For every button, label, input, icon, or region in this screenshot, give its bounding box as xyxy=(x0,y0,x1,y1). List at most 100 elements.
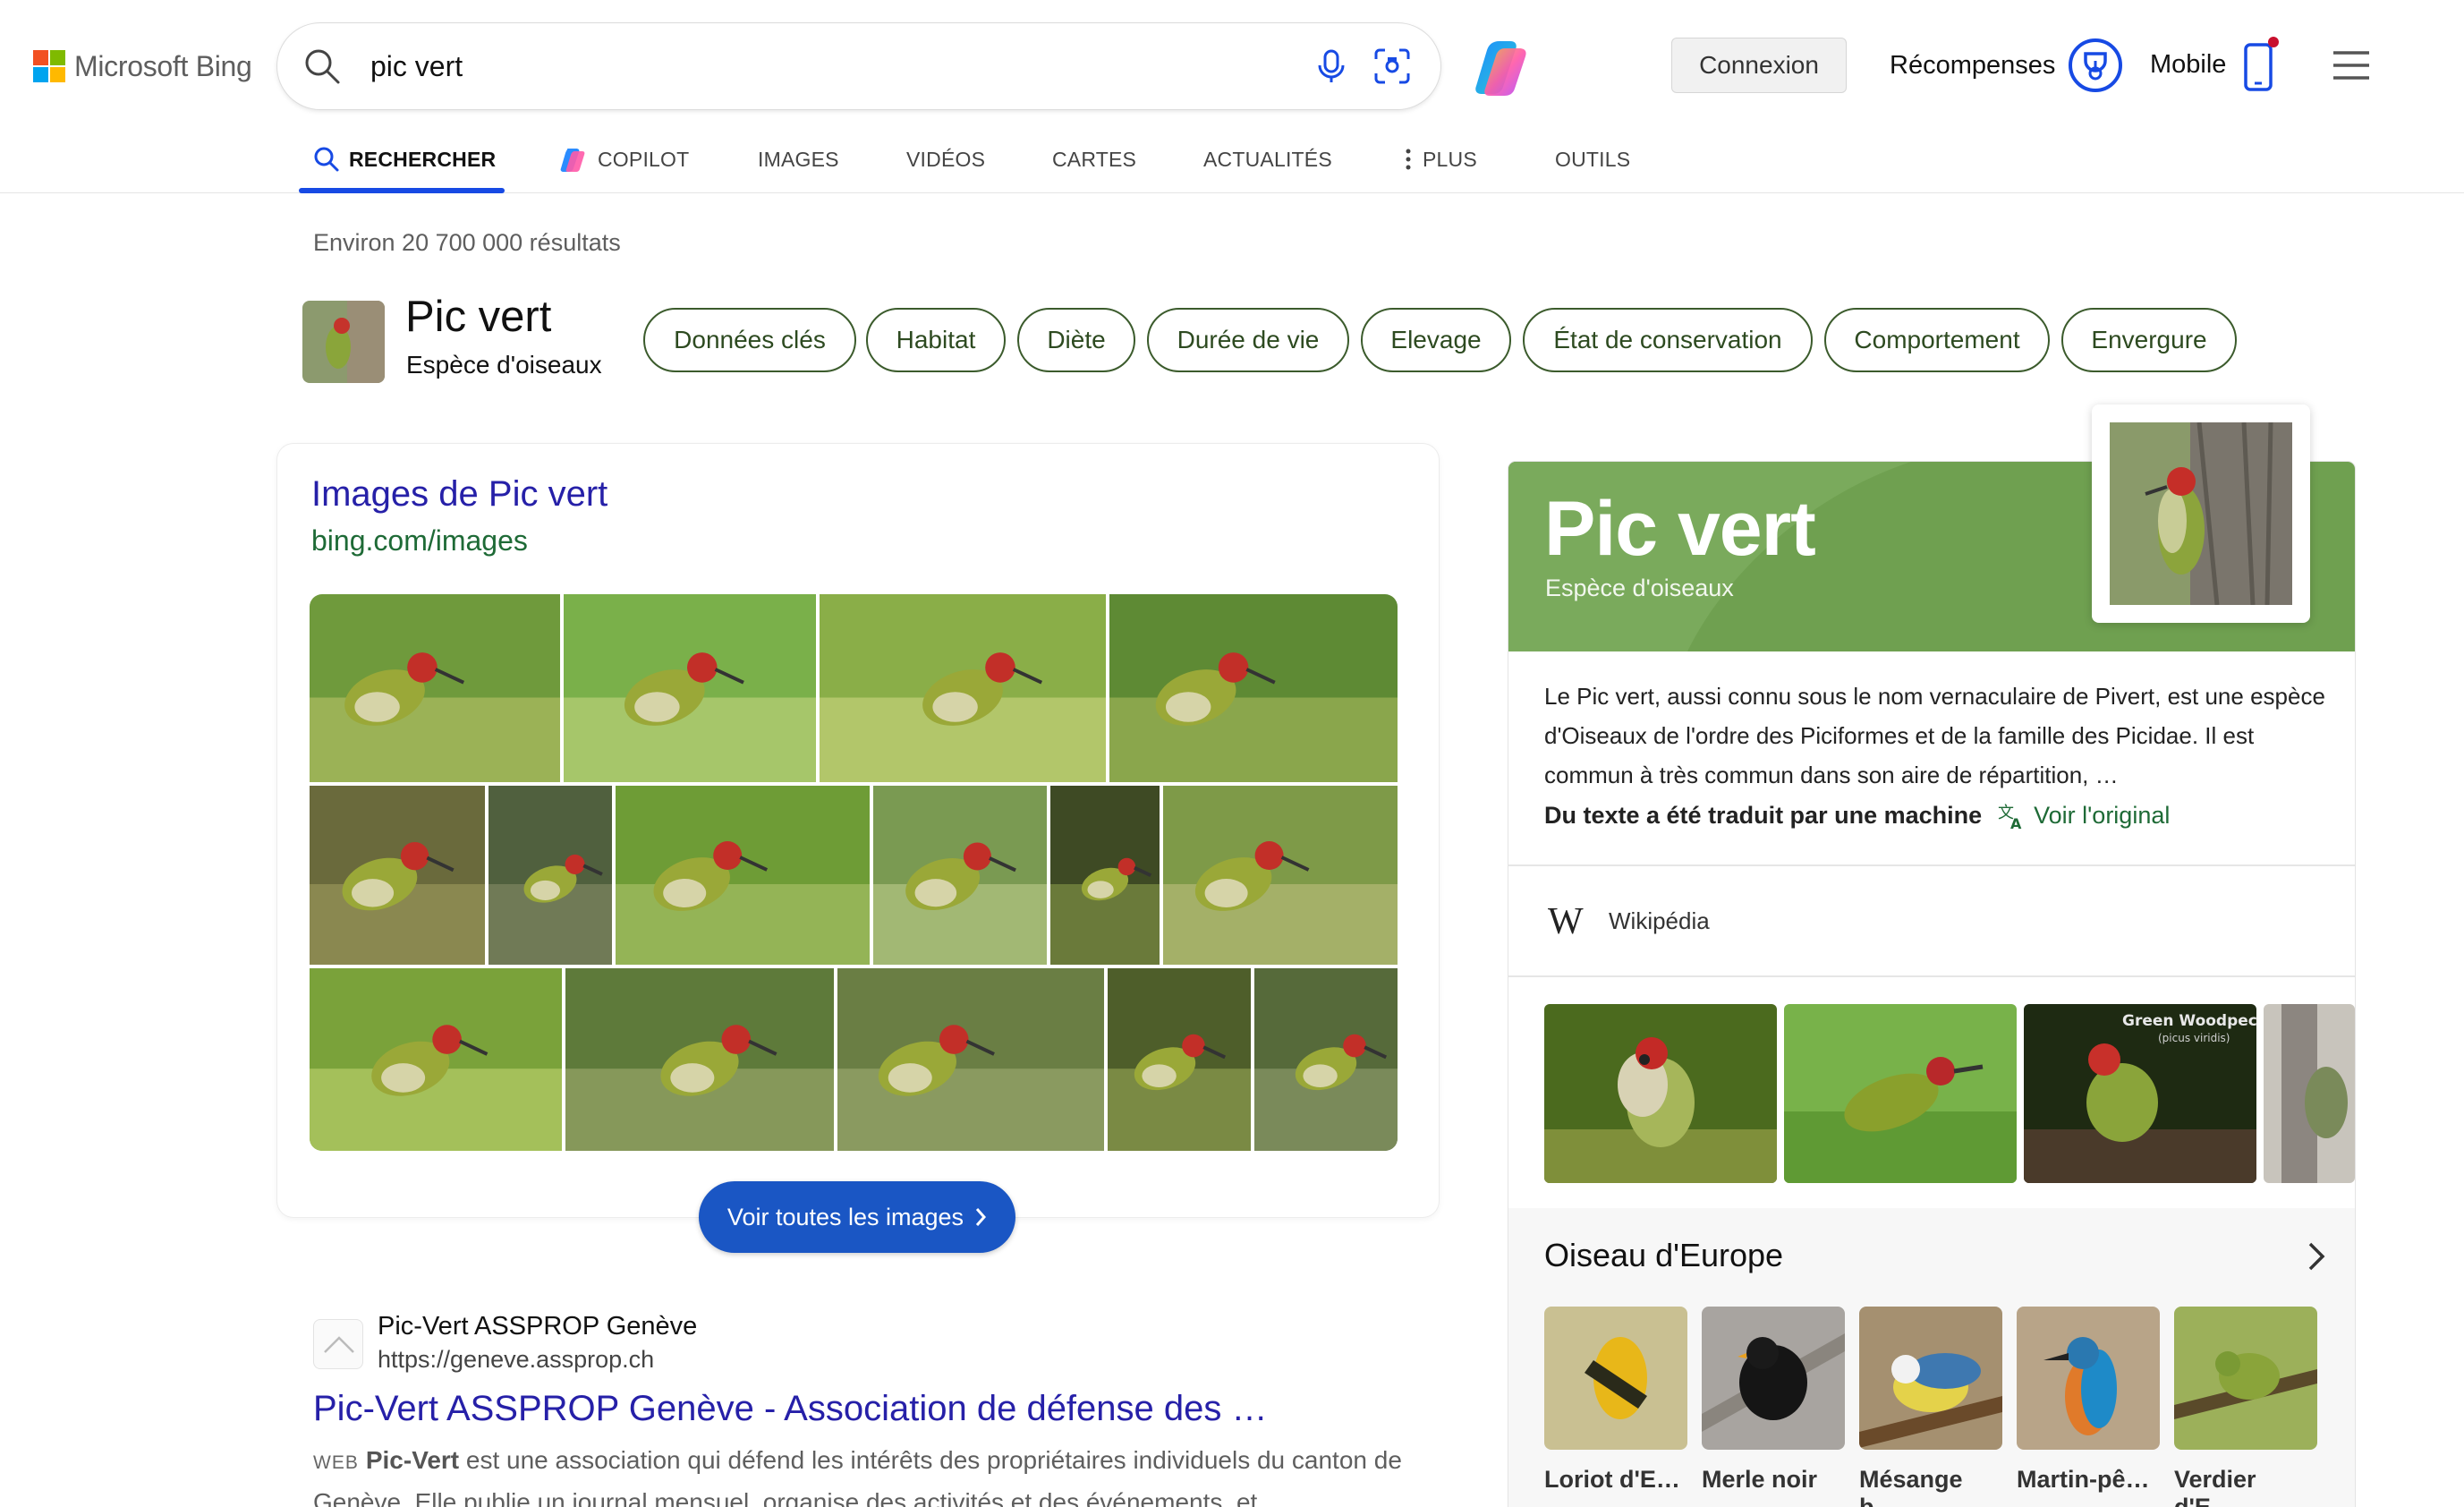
microphone-icon[interactable] xyxy=(1312,47,1351,86)
tab-label: VIDÉOS xyxy=(906,147,986,171)
view-all-images-label: Voir toutes les images xyxy=(726,1203,964,1230)
hamburger-menu-icon[interactable] xyxy=(2332,50,2371,81)
snippet-text: est une association qui défend les intér… xyxy=(313,1446,1402,1507)
search-box[interactable]: pic vert xyxy=(277,23,1440,109)
gallery-image[interactable] xyxy=(564,594,816,782)
entity-thumbnail[interactable] xyxy=(302,301,385,383)
chip-etat-de-conservation[interactable]: État de conservation xyxy=(1523,308,1813,372)
signin-button[interactable]: Connexion xyxy=(1671,38,1847,93)
gallery-image[interactable] xyxy=(310,968,562,1151)
rewards-button[interactable]: Récompenses xyxy=(1890,38,2123,93)
view-original-link[interactable]: Voir l'original xyxy=(2034,802,2170,830)
result-title-link[interactable]: Pic-Vert ASSPROP Genève - Association de… xyxy=(313,1389,1268,1429)
image-caption-latin: (picus viridis) xyxy=(2158,1032,2230,1044)
chip-comportement[interactable]: Comportement xyxy=(1824,308,2050,372)
woodpecker-image xyxy=(1050,786,1160,965)
result-url[interactable]: https://geneve.assprop.ch xyxy=(378,1346,654,1374)
tab-cartes[interactable]: CARTES xyxy=(1052,125,1136,193)
web-tag: WEB xyxy=(313,1452,359,1473)
tab-copilot[interactable]: COPILOT xyxy=(560,125,689,193)
gallery-image[interactable] xyxy=(310,786,485,965)
related-bird-mesange[interactable]: Mésange b… xyxy=(1859,1307,2002,1507)
related-bird-verdier[interactable]: Verdier d'E… xyxy=(2174,1307,2317,1507)
tab-actualites[interactable]: ACTUALITÉS xyxy=(1203,125,1332,193)
bird-image xyxy=(1544,1307,1687,1450)
chip-envergure[interactable]: Envergure xyxy=(2061,308,2237,372)
woodpecker-image xyxy=(820,594,1106,782)
chip-habitat[interactable]: Habitat xyxy=(866,308,1006,372)
chevron-right-icon xyxy=(975,1208,987,1226)
woodpecker-image xyxy=(837,968,1104,1151)
woodpecker-image xyxy=(310,594,560,782)
machine-translation-note: Du texte a été traduit par une machine 文… xyxy=(1544,800,2170,831)
chip-elevage[interactable]: Elevage xyxy=(1361,308,1511,372)
kp-image-2[interactable] xyxy=(1784,1004,2017,1183)
images-card-title[interactable]: Images de Pic vert xyxy=(311,474,608,515)
woodpecker-image xyxy=(564,594,816,782)
knowledge-panel-description: Le Pic vert, aussi connu sous le nom ver… xyxy=(1544,683,2325,788)
gallery-image[interactable] xyxy=(565,968,834,1151)
woodpecker-image xyxy=(616,786,870,965)
gallery-image[interactable] xyxy=(1254,968,1398,1151)
search-icon[interactable] xyxy=(302,47,342,86)
wikipedia-source-link[interactable]: Wikipédia xyxy=(1609,907,1710,935)
active-tab-underline xyxy=(299,188,505,193)
chip-donnees-cles[interactable]: Données clés xyxy=(643,308,856,372)
chip-diete[interactable]: Diète xyxy=(1017,308,1135,372)
visual-search-icon[interactable] xyxy=(1372,47,1412,86)
gallery-image[interactable] xyxy=(820,594,1106,782)
bird-name: Verdier d'E… xyxy=(2174,1466,2256,1507)
knowledge-panel-subtitle: Espèce d'oiseaux xyxy=(1545,575,1734,601)
woodpecker-image xyxy=(1784,1004,2017,1183)
woodpecker-image xyxy=(1109,594,1398,782)
related-bird-martin-pecheur[interactable]: Martin-pê… xyxy=(2017,1307,2160,1494)
kp-image-4[interactable] xyxy=(2264,1004,2355,1183)
chip-duree-de-vie[interactable]: Durée de vie xyxy=(1147,308,1349,372)
gallery-image[interactable] xyxy=(1163,786,1398,965)
gallery-image[interactable] xyxy=(1109,594,1398,782)
chevron-right-icon[interactable] xyxy=(2303,1240,2330,1273)
search-icon xyxy=(314,147,339,172)
gallery-image[interactable] xyxy=(1108,968,1251,1151)
mobile-button[interactable]: Mobile xyxy=(2150,36,2280,93)
machine-translation-label: Du texte a été traduit par une machine xyxy=(1544,801,1983,829)
tab-rechercher[interactable]: RECHERCHER xyxy=(313,125,496,193)
bird-name: Merle noir xyxy=(1702,1466,1818,1493)
search-nav: RECHERCHER COPILOT IMAGES VIDÉOS CARTES … xyxy=(0,125,2464,193)
kp-image-3[interactable]: Green Woodpec (picus viridis) xyxy=(2024,1004,2256,1183)
images-card-url: bing.com/images xyxy=(311,524,528,557)
related-bird-merle[interactable]: Merle noir xyxy=(1702,1307,1845,1494)
roof-icon xyxy=(324,1336,354,1353)
search-input[interactable]: pic vert xyxy=(370,48,463,84)
tab-outils[interactable]: OUTILS xyxy=(1555,125,1630,193)
microsoft-logo-icon xyxy=(33,50,65,82)
bird-name: Mésange b… xyxy=(1859,1466,1963,1507)
copilot-icon xyxy=(560,149,585,172)
woodpecker-image xyxy=(1108,968,1251,1151)
bing-logo[interactable]: Microsoft Bing xyxy=(33,48,252,84)
gallery-image[interactable] xyxy=(489,786,612,965)
related-bird-loriot[interactable]: Loriot d'E… xyxy=(1544,1307,1687,1494)
image-gallery xyxy=(310,594,1398,1151)
gallery-image[interactable] xyxy=(837,968,1104,1151)
gallery-image[interactable] xyxy=(1050,786,1160,965)
gallery-image[interactable] xyxy=(616,786,870,965)
tab-images[interactable]: IMAGES xyxy=(758,125,839,193)
gallery-image[interactable] xyxy=(873,786,1047,965)
rewards-label: Récompenses xyxy=(1890,50,2056,80)
kp-image-1[interactable] xyxy=(1544,1004,1777,1183)
woodpecker-image xyxy=(310,786,485,965)
divider xyxy=(1508,975,2355,977)
woodpecker-image xyxy=(489,786,612,965)
bird-image xyxy=(2174,1307,2317,1450)
svg-text:A: A xyxy=(2010,815,2022,830)
tab-videos[interactable]: VIDÉOS xyxy=(906,125,985,193)
kp-main-photo xyxy=(2110,422,2292,605)
copilot-icon[interactable] xyxy=(1473,36,1537,98)
tab-plus[interactable]: PLUS xyxy=(1403,125,1477,193)
gallery-image[interactable] xyxy=(310,594,560,782)
knowledge-panel-photo[interactable] xyxy=(2092,404,2310,623)
related-section-title[interactable]: Oiseau d'Europe xyxy=(1544,1237,1783,1274)
view-all-images-button[interactable]: Voir toutes les images xyxy=(699,1181,1015,1253)
woodpecker-image xyxy=(1544,1004,1777,1183)
